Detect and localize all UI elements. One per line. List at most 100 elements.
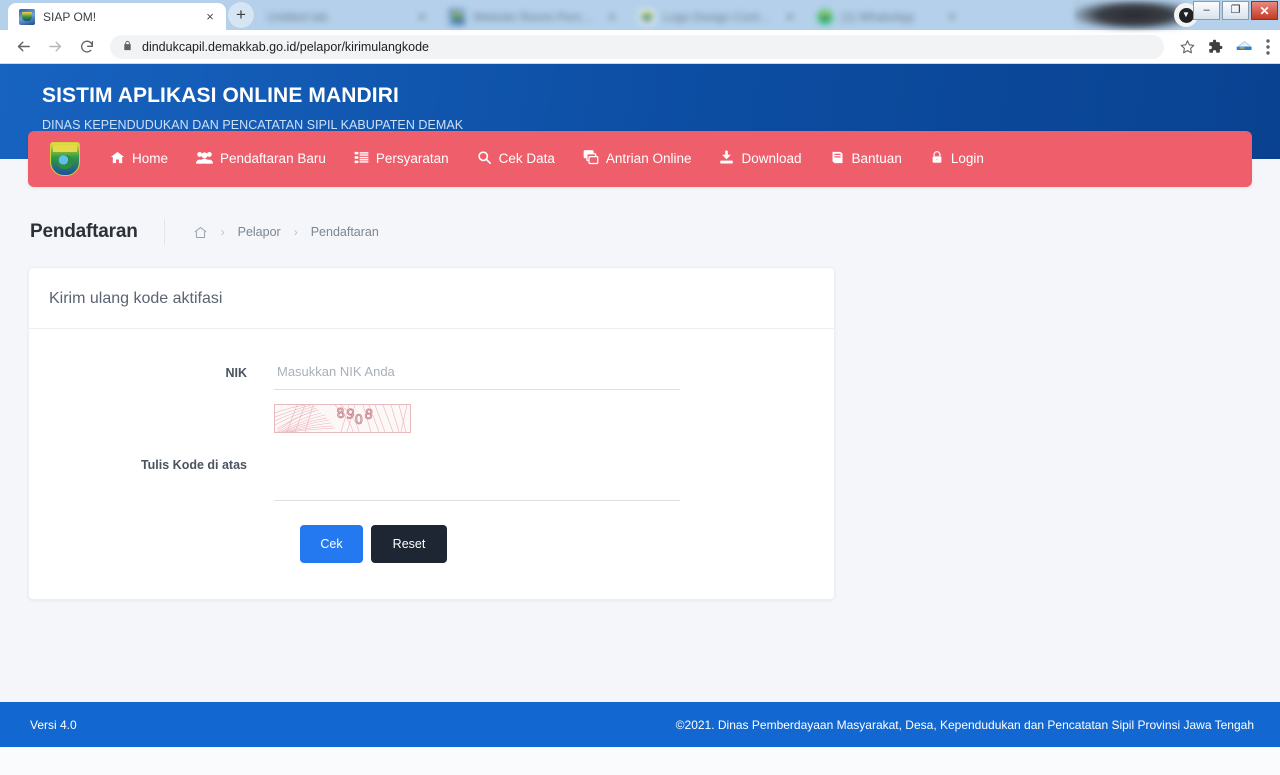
demak-regency-emblem-icon [50,142,80,176]
tab-close-icon[interactable]: × [945,10,959,23]
form-row-nik: NIK Masukkan NIK Anda 8 9 0 8 [29,359,834,433]
tab-title: Untitled tab [267,9,328,24]
tab-close-icon[interactable]: × [605,10,619,23]
page-title: Pendaftaran [30,221,138,242]
bookmark-star-icon[interactable] [1180,39,1195,54]
nav-label: Antrian Online [605,151,692,167]
captcha-image[interactable]: 8 9 0 8 [274,404,411,433]
nav-label: Download [741,151,802,167]
browser-tab-active[interactable]: SIAP OM! × [8,3,226,30]
lock-icon [122,40,133,54]
form-actions: Cek Reset [300,525,834,563]
avatar-glyph: ▼ [1178,7,1194,23]
home-outline-icon[interactable] [193,225,208,240]
tab-title: Website Resmi Pemerintah Kabu [473,9,597,24]
divider [163,219,165,245]
nik-label: NIK [225,366,247,380]
tab-title: (1) WhatsApp [841,9,915,24]
nik-input[interactable] [274,359,680,390]
nav-label: Home [132,151,169,167]
nav-item-bantuan[interactable]: Bantuan [816,131,916,187]
tab-favicon-icon [639,8,655,25]
navbar-wrapper: Home Pendaftaran Baru Persyaratan Cek Da… [0,131,1280,187]
browser-tab-3[interactable]: Website Resmi Pemerintah Kabu × [438,3,628,30]
svg-text:8: 8 [336,406,346,422]
site-subtitle: DINAS KEPENDUDUKAN DAN PENCATATAN SIPIL … [42,118,464,132]
nav-label: Cek Data [498,151,555,167]
tab-title: SIAP OM! [43,9,97,24]
tab-strip: SIAP OM! × + Untitled tab × Website Resm… [0,0,1280,30]
back-arrow-icon[interactable] [10,34,36,60]
cek-button[interactable]: Cek [300,525,363,563]
forward-arrow-icon[interactable] [42,34,68,60]
window-controls: – ❐ ✕ [1193,1,1278,20]
list-icon [354,150,369,168]
nav-item-home[interactable]: Home [96,131,182,187]
tab-close-icon[interactable]: × [783,10,797,23]
nav-label: Login [950,151,984,167]
toolbar-icons [1174,38,1270,55]
address-bar-url: dindukcapil.demakkab.go.id/pelapor/kirim… [142,39,429,54]
browser-tab-2[interactable]: Untitled tab × [256,3,438,30]
captcha-field-wrapper [274,451,680,501]
extensions-puzzle-icon[interactable] [1208,39,1223,54]
card-title: Kirim ulang kode aktifasi [29,268,834,329]
nav-item-persyaratan[interactable]: Persyaratan [340,131,463,187]
nav-label: Pendaftaran Baru [220,151,326,167]
desktop-area [0,747,1280,775]
extension-icon[interactable] [1236,40,1253,53]
breadcrumb-item-pendaftaran: Pendaftaran [310,225,379,239]
nav-label: Bantuan [851,151,902,167]
book-icon [830,150,845,168]
nav-item-login[interactable]: Login [916,131,998,187]
breadcrumb-item-pelapor[interactable]: Pelapor [238,225,281,239]
page-header: Pendaftaran › Pelapor › Pendaftaran [0,187,1280,249]
tab-favicon-icon [817,8,833,25]
site-title: SISTIM APLIKASI ONLINE MANDIRI [42,84,399,107]
tab-favicon-icon [449,8,465,25]
nav-item-download[interactable]: Download [705,131,815,187]
main-navbar: Home Pendaftaran Baru Persyaratan Cek Da… [28,131,1252,187]
form-row-captcha: Tulis Kode di atas [29,451,834,501]
captcha-input[interactable] [274,470,680,501]
home-icon [110,150,125,168]
address-bar[interactable]: dindukcapil.demakkab.go.id/pelapor/kirim… [110,34,1164,59]
nav-item-pendaftaran-baru[interactable]: Pendaftaran Baru [182,131,340,187]
nav-item-antrian-online[interactable]: Antrian Online [569,131,706,187]
browser-tab-4[interactable]: Logo Design Contest for Dishub × [628,3,806,30]
breadcrumb-separator: › [220,225,225,239]
window-minimize-button[interactable]: – [1193,1,1220,20]
tab-close-icon[interactable]: × [203,10,217,23]
download-icon [719,150,734,168]
browser-toolbar: dindukcapil.demakkab.go.id/pelapor/kirim… [0,30,1280,64]
svg-text:0: 0 [354,413,363,428]
card-body: NIK Masukkan NIK Anda 8 9 0 8 Tulis Kode… [29,329,834,599]
window-close-button[interactable]: ✕ [1251,1,1278,20]
browser-tab-5[interactable]: (1) WhatsApp × [806,3,968,30]
form-card: Kirim ulang kode aktifasi NIK Masukkan N… [28,267,835,600]
reset-button[interactable]: Reset [371,525,447,563]
tab-close-icon[interactable]: × [415,10,429,23]
site-footer: Versi 4.0 ©2021. Dinas Pemberdayaan Masy… [0,702,1280,747]
breadcrumb-separator: › [293,225,298,239]
new-tab-button[interactable]: + [228,2,254,28]
captcha-label: Tulis Kode di atas [140,458,247,472]
clone-windows-icon [583,150,599,168]
window-maximize-button[interactable]: ❐ [1222,1,1249,20]
nav-label: Persyaratan [375,151,449,167]
tab-title: Logo Design Contest for Dishub [663,9,775,24]
users-icon [196,150,214,168]
profile-area-blur [1074,0,1184,30]
browser-window: SIAP OM! × + Untitled tab × Website Resm… [0,0,1280,64]
tab-favicon-icon [19,8,35,25]
nav-item-cek-data[interactable]: Cek Data [463,131,569,187]
footer-version: Versi 4.0 [30,717,77,732]
page-content: SISTIM APLIKASI ONLINE MANDIRI DINAS KEP… [0,64,1280,747]
reload-icon[interactable] [74,34,100,60]
captcha-canvas: 8 9 0 8 [275,405,410,432]
breadcrumb: › Pelapor › Pendaftaran [193,225,379,240]
lock-icon [930,150,944,168]
chrome-menu-icon[interactable] [1266,38,1270,55]
search-icon [477,150,492,168]
nik-field-wrapper: 8 9 0 8 [274,359,680,433]
